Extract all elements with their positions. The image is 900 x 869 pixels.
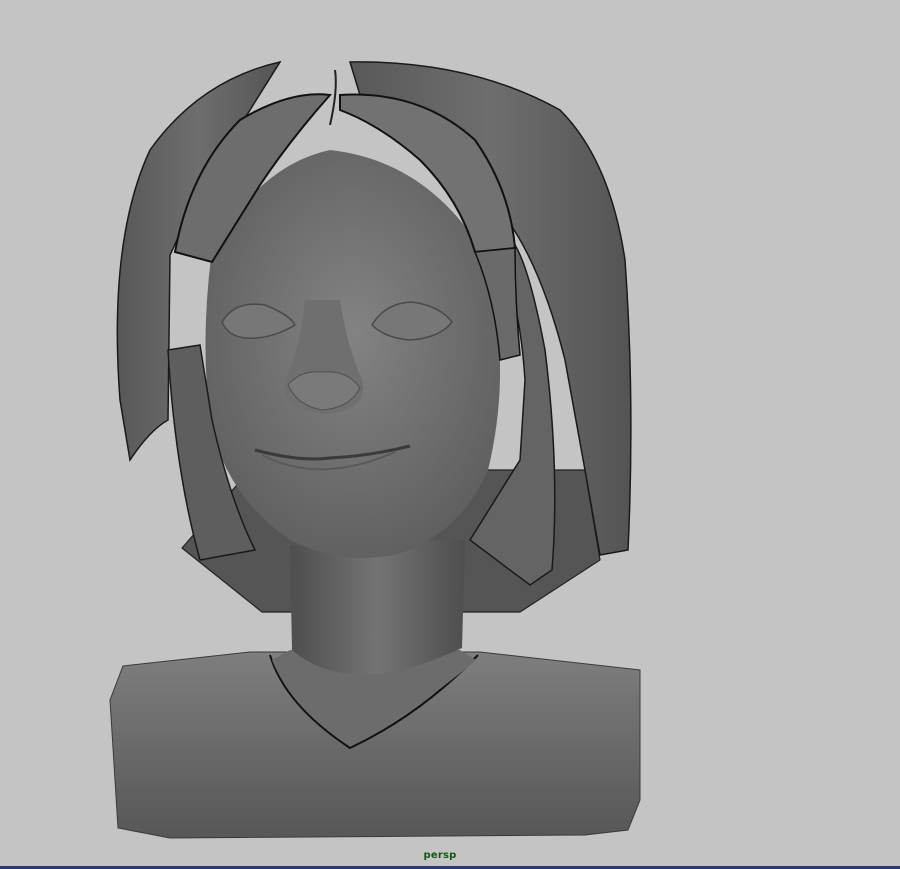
neck: [290, 540, 465, 675]
face: [205, 150, 501, 558]
female-head-bust-model[interactable]: [0, 0, 900, 869]
hair-part: [329, 69, 337, 126]
camera-label: persp: [423, 850, 457, 861]
perspective-viewport[interactable]: persp: [0, 0, 900, 869]
